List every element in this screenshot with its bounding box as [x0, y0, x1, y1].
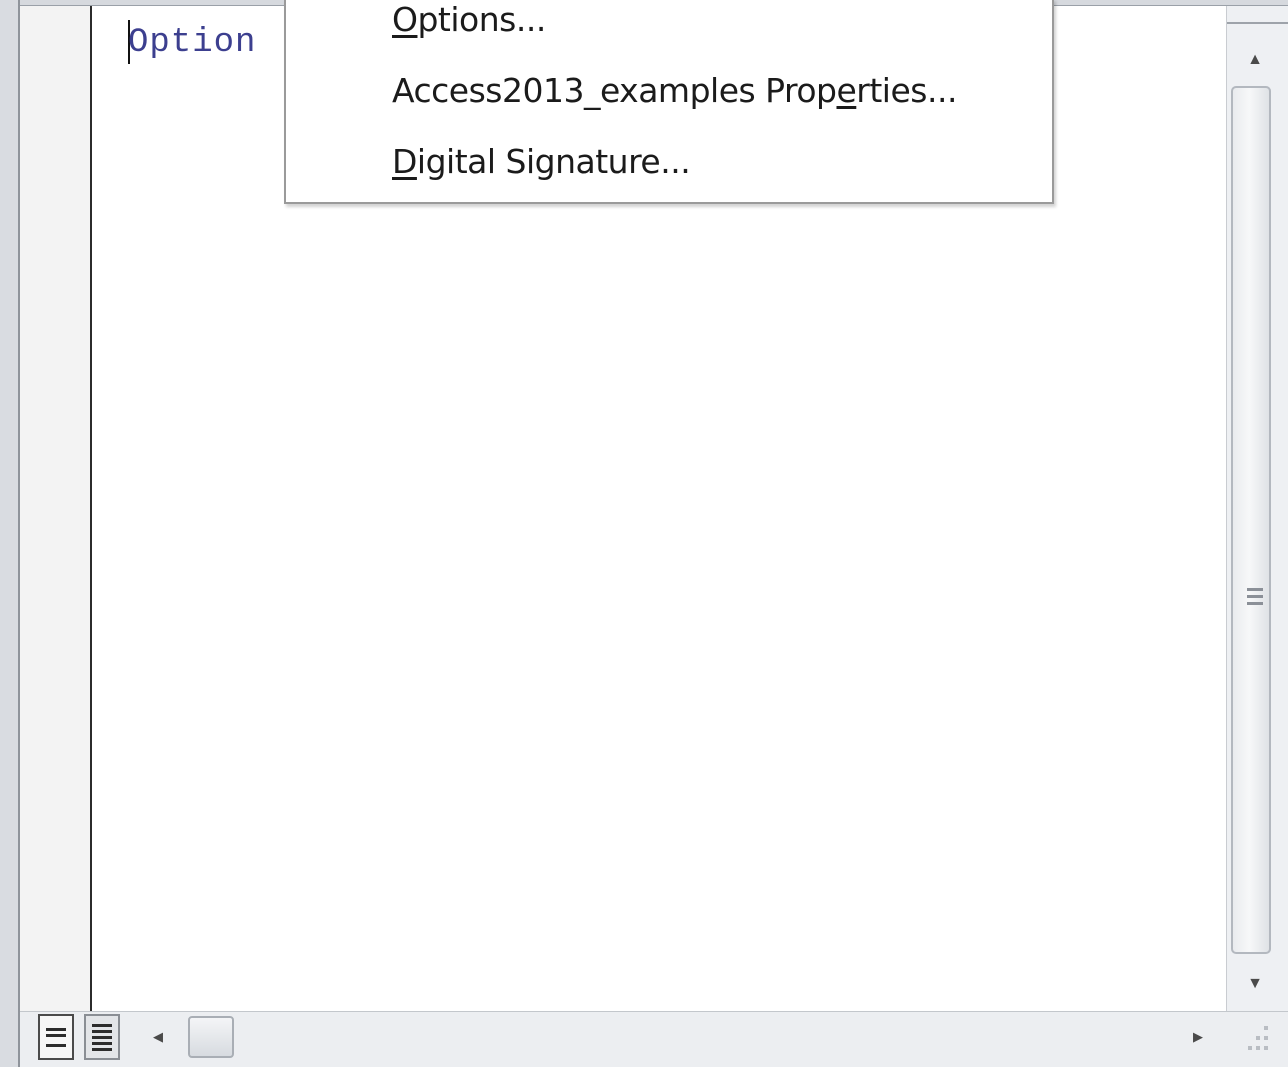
split-bar[interactable]	[1227, 22, 1288, 32]
menu-item-label: rties...	[856, 71, 957, 110]
size-grip-icon[interactable]	[1238, 1022, 1272, 1058]
scroll-right-icon[interactable]: ▶	[1186, 1018, 1210, 1056]
menu-item-mnemonic: D	[392, 142, 417, 181]
code-line-option[interactable]: Option	[128, 24, 256, 62]
menu-item-label: ptions...	[417, 0, 546, 39]
scroll-left-icon[interactable]: ◀	[146, 1018, 170, 1056]
vba-code-window: Option Options... Access2013_examples Pr…	[0, 0, 1288, 1067]
menu-item-project-properties[interactable]: Access2013_examples Properties...	[392, 61, 1032, 121]
grip-icon	[1245, 584, 1265, 610]
window-left-frame	[0, 0, 20, 1067]
horizontal-scroll-thumb[interactable]	[188, 1016, 234, 1058]
margin-indicator-bar[interactable]	[20, 6, 92, 1011]
menu-item-label: igital Signature...	[416, 142, 691, 181]
menu-item-options[interactable]: Options...	[392, 0, 1032, 50]
menu-item-digital-signature[interactable]: Digital Signature...	[392, 132, 1032, 192]
full-module-view-icon[interactable]	[84, 1014, 120, 1060]
menu-item-mnemonic: e	[836, 71, 857, 110]
procedure-view-icon[interactable]	[38, 1014, 74, 1060]
menu-item-mnemonic: O	[392, 0, 418, 39]
vertical-scrollbar[interactable]: ▲ ▼	[1226, 6, 1288, 1011]
context-menu: Options... Access2013_examples Propertie…	[284, 0, 1054, 204]
scroll-down-icon[interactable]: ▼	[1233, 964, 1277, 1004]
menu-item-label: Access2013_examples Prop	[392, 71, 837, 110]
horizontal-scrollbar-bar: ◀ ▶	[20, 1011, 1288, 1067]
vertical-scroll-thumb[interactable]	[1231, 86, 1271, 954]
scroll-up-icon[interactable]: ▲	[1233, 40, 1277, 80]
